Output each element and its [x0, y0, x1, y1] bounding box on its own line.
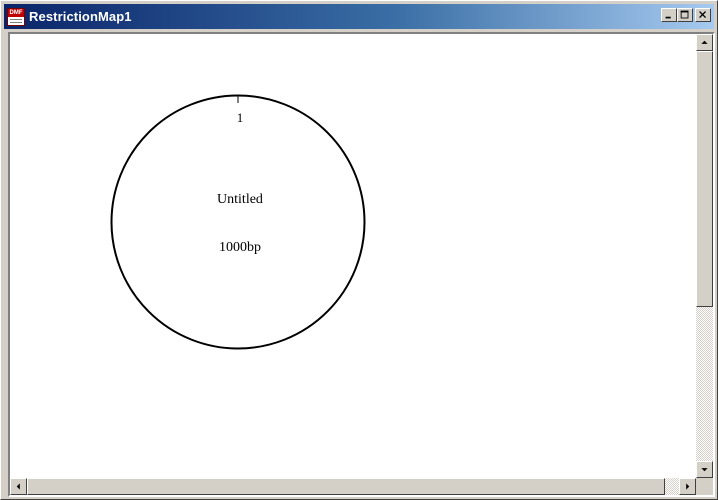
- window-title: RestrictionMap1: [29, 9, 132, 24]
- app-icon[interactable]: DMF: [7, 7, 25, 26]
- maximize-icon: [680, 10, 689, 19]
- close-icon: [699, 11, 707, 19]
- maximize-button[interactable]: [677, 8, 693, 22]
- close-button[interactable]: [695, 8, 711, 22]
- origin-position-label: 1: [236, 110, 244, 125]
- restriction-map-window: DMF RestrictionMap1 1 Untitled 1000bp: [0, 0, 718, 500]
- app-icon-text: DMF: [8, 8, 24, 17]
- vertical-scroll-thumb[interactable]: [696, 51, 713, 307]
- map-view: 1 Untitled 1000bp: [8, 32, 715, 497]
- scroll-down-button[interactable]: [696, 461, 713, 478]
- arrow-left-icon: [16, 483, 20, 490]
- minimize-button[interactable]: [661, 8, 677, 22]
- horizontal-scrollbar[interactable]: [10, 478, 696, 495]
- horizontal-scroll-thumb[interactable]: [27, 478, 665, 495]
- map-length-label: 1000bp: [219, 240, 261, 255]
- arrow-right-icon: [686, 483, 690, 490]
- scroll-right-button[interactable]: [679, 478, 696, 495]
- plasmid-circle: [110, 94, 366, 350]
- scroll-left-button[interactable]: [10, 478, 27, 495]
- map-canvas[interactable]: 1 Untitled 1000bp: [10, 34, 696, 478]
- size-grip[interactable]: [696, 478, 713, 495]
- window-controls: [661, 8, 711, 22]
- arrow-up-icon: [701, 40, 708, 44]
- vertical-scrollbar[interactable]: [696, 34, 713, 478]
- arrow-down-icon: [701, 468, 708, 472]
- plasmid-map: [110, 94, 366, 350]
- map-name-label: Untitled: [217, 192, 263, 207]
- minimize-icon: [665, 16, 671, 19]
- scroll-up-button[interactable]: [696, 34, 713, 51]
- title-bar[interactable]: DMF RestrictionMap1: [4, 4, 714, 29]
